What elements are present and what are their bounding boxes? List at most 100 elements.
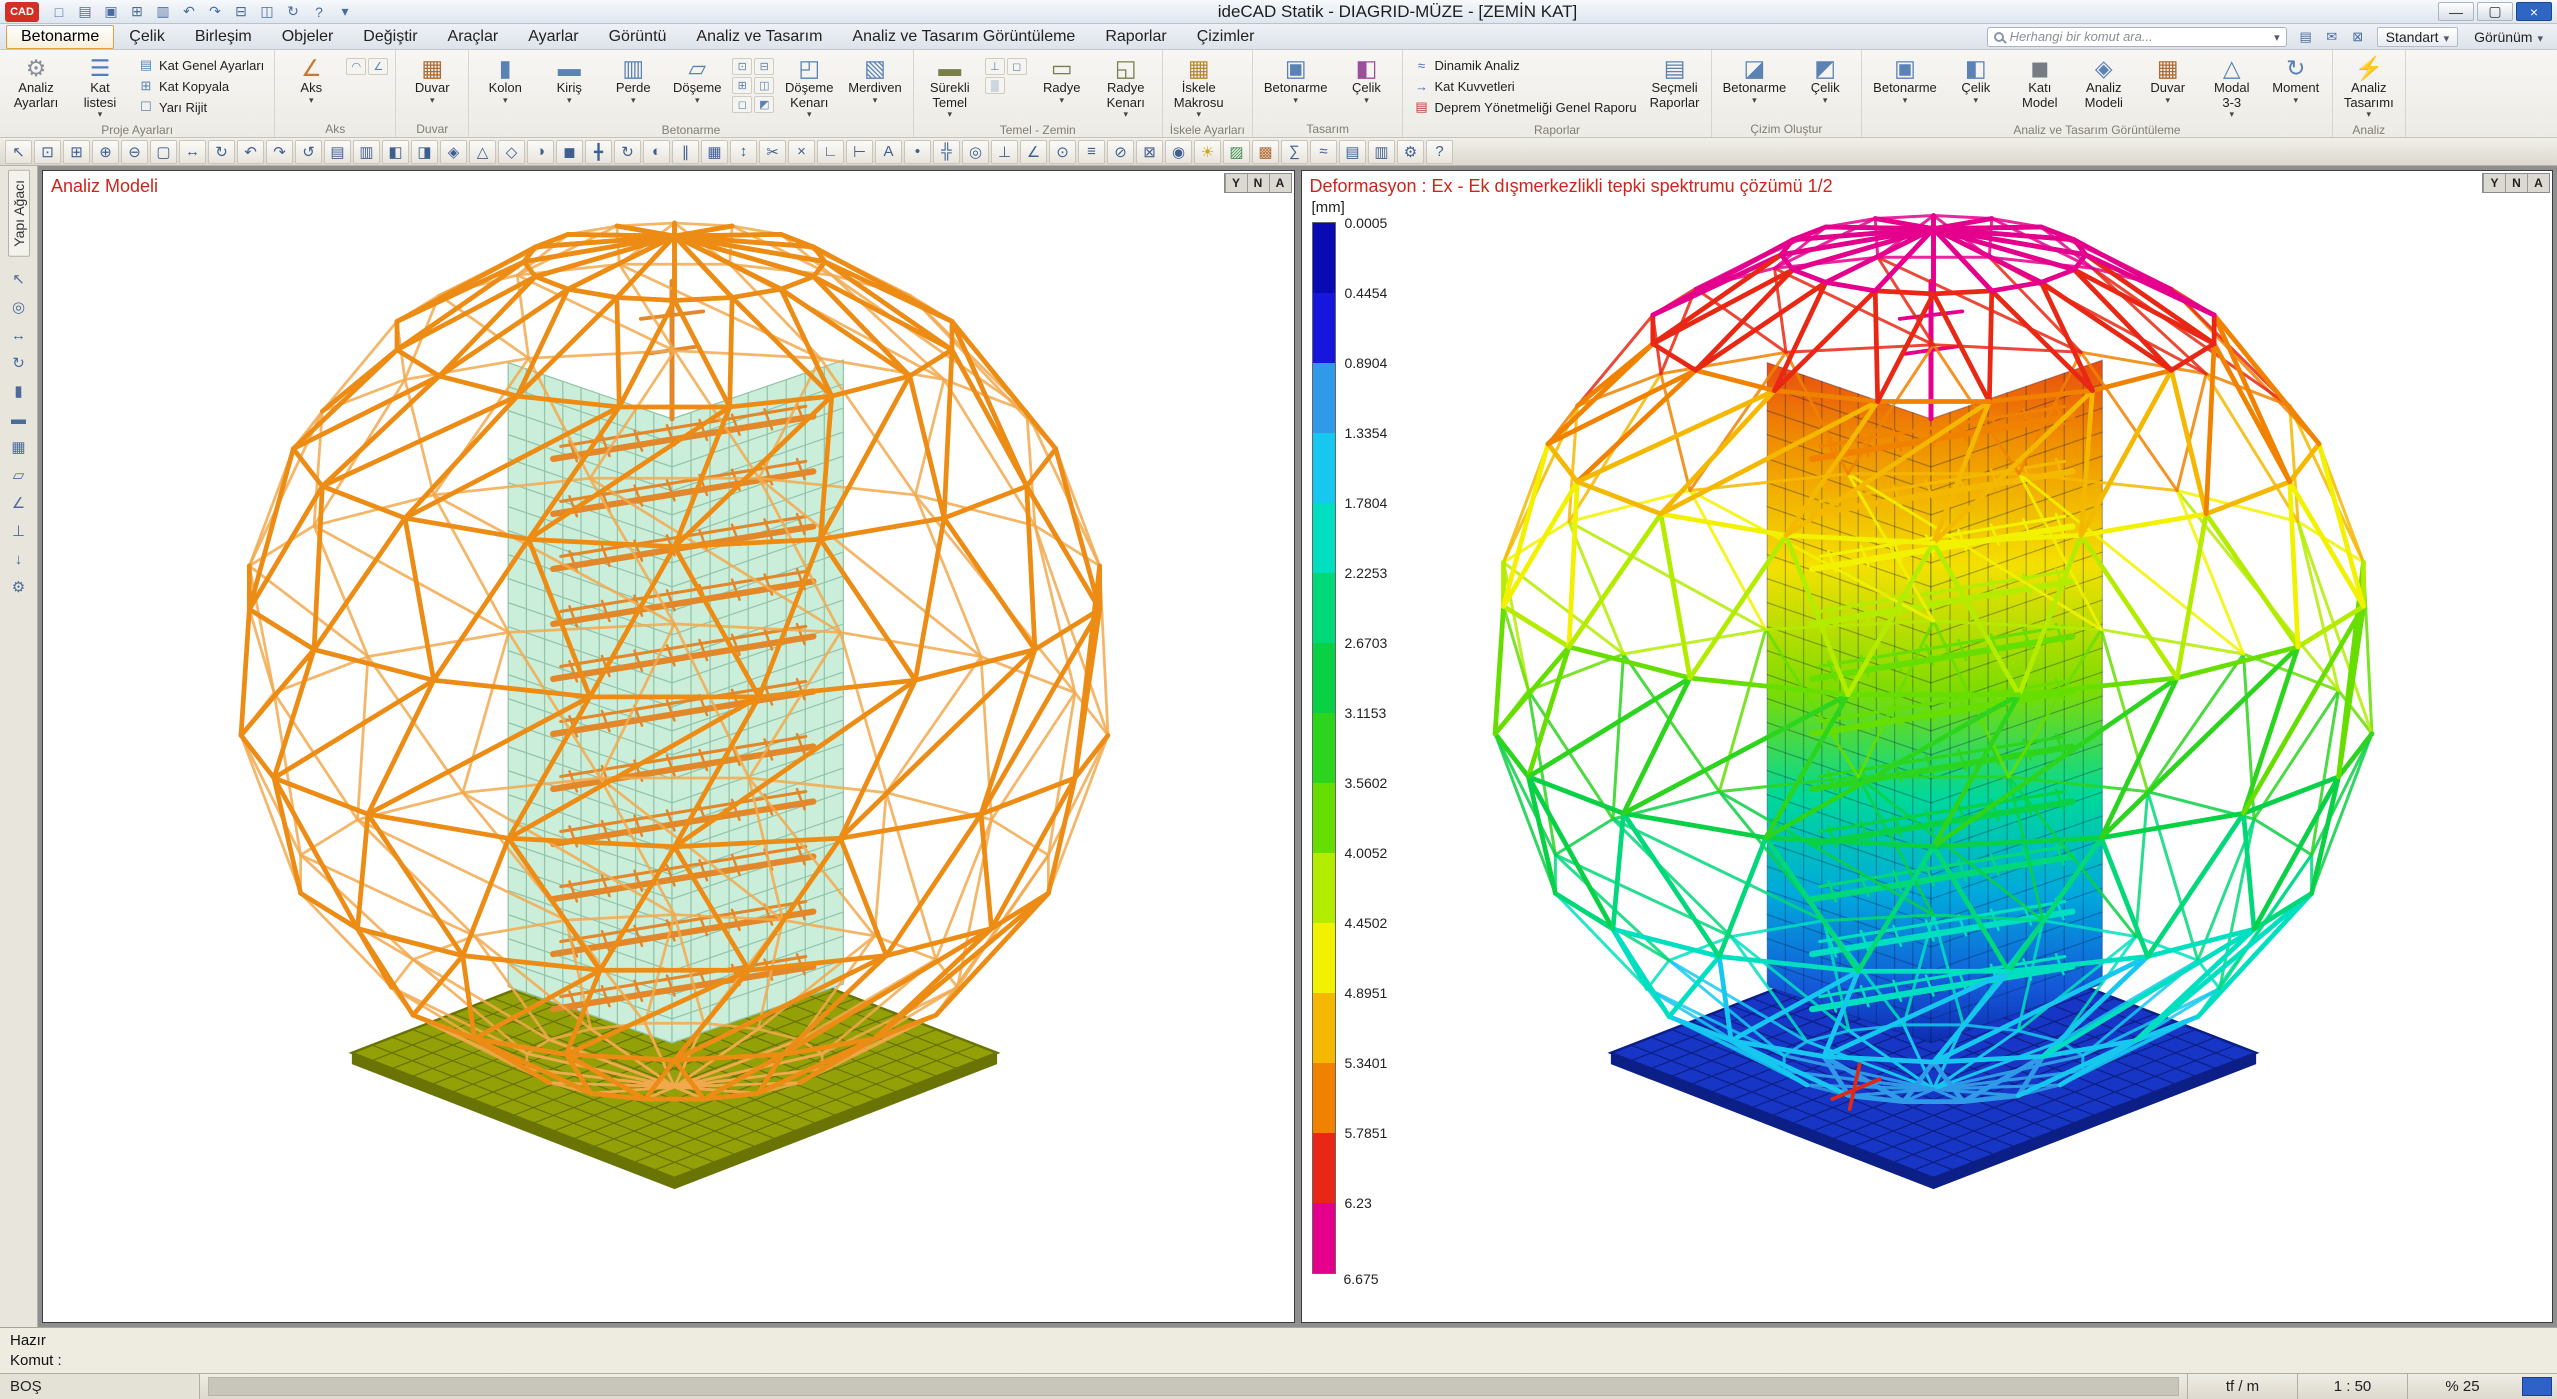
iskele-makrosu-button[interactable]: ▦ İskele Makrosu ▾ (1168, 52, 1230, 122)
cizim-betonarme-button[interactable]: ◪ Betonarme ▾ (1717, 52, 1793, 121)
surekli-temel-button[interactable]: ▬ Sürekli Temel ▾ (919, 52, 981, 122)
kat-genel-ayarlari-button[interactable]: ▤ Kat Genel Ayarları (133, 55, 269, 75)
menu-tab[interactable]: Çizimler (1182, 25, 1270, 49)
wall-icon[interactable]: ▦ (5, 435, 33, 460)
deformation-canvas[interactable] (1302, 171, 2553, 1322)
kiris-button[interactable]: ▬ Kiriş ▾ (538, 52, 600, 122)
move-icon[interactable]: ╋ (585, 140, 612, 164)
kolon-button[interactable]: ▮ Kolon ▾ (474, 52, 536, 122)
menu-tab[interactable]: Ayarlar (513, 25, 593, 49)
calculator-icon[interactable]: ≈ (1310, 140, 1337, 164)
zoom-extents-icon[interactable]: ▢ (150, 140, 177, 164)
menu-tab[interactable]: Objeler (267, 25, 349, 49)
duvar-button[interactable]: ▦ Duvar ▾ (401, 52, 463, 121)
orbit-icon[interactable]: ↻ (5, 351, 33, 376)
selection-window-icon[interactable]: ⊡ (34, 140, 61, 164)
folder-icon[interactable]: ▤ (2295, 27, 2317, 47)
select-icon[interactable]: ↖ (5, 267, 33, 292)
save-icon[interactable]: ▣ (99, 2, 123, 22)
maximize-button[interactable]: ▢ (2477, 2, 2513, 21)
slab-opening-icon[interactable]: ⊡ (732, 58, 752, 75)
yapi-agaci-tab[interactable]: Yapı Ağacı (8, 170, 30, 257)
layers-icon[interactable]: ≡ (1078, 140, 1105, 164)
camera-icon[interactable]: ◉ (1165, 140, 1192, 164)
copy-icon[interactable]: ⊟ (229, 2, 253, 22)
pan-icon[interactable]: ↔ (179, 140, 206, 164)
zoom-window-icon[interactable]: ⊞ (63, 140, 90, 164)
doseme-kenari-button[interactable]: ◰ Döşeme Kenarı ▾ (778, 52, 840, 122)
text-icon[interactable]: A (875, 140, 902, 164)
goruntule-duvar-button[interactable]: ▦ Duvar ▾ (2137, 52, 2199, 122)
zoom-out-icon[interactable]: ⊖ (121, 140, 148, 164)
settings-icon[interactable]: ⚙ (5, 575, 33, 600)
object-snap-icon[interactable]: ⊙ (1049, 140, 1076, 164)
top-view-icon[interactable]: ▤ (324, 140, 351, 164)
goruntule-betonarme-button[interactable]: ▣ Betonarme ▾ (1867, 52, 1943, 122)
undo-icon[interactable]: ↶ (177, 2, 201, 22)
menu-tab[interactable]: Betonarme (6, 25, 114, 49)
standart-dropdown[interactable]: Standart (2377, 27, 2458, 47)
slab-divide-icon[interactable]: ⊞ (732, 77, 752, 94)
shaded-mode-icon[interactable]: ◼ (556, 140, 583, 164)
kat-kopyala-button[interactable]: ⊞ Kat Kopyala (133, 76, 269, 96)
trim-icon[interactable]: ✂ (759, 140, 786, 164)
slab-edit-icon[interactable]: ◩ (754, 96, 774, 113)
arc-axis-icon[interactable]: ◠ (346, 58, 366, 75)
menu-tab[interactable]: Analiz ve Tasarım (681, 25, 837, 49)
modal-button[interactable]: △ Modal 3-3 ▾ (2201, 52, 2263, 122)
materials-icon[interactable]: ▨ (1223, 140, 1250, 164)
viewport-n-button[interactable]: N (2505, 174, 2527, 192)
kat-kuvvetleri-button[interactable]: → Kat Kuvvetleri (1408, 76, 1641, 96)
sun-icon[interactable]: ☀ (1194, 140, 1221, 164)
viewport-a-button[interactable]: A (2527, 174, 2549, 192)
scale-indicator[interactable]: 1 : 50 (2297, 1374, 2407, 1399)
redraw-icon[interactable]: ↺ (295, 140, 322, 164)
viewport-a-button[interactable]: A (1269, 174, 1291, 192)
analiz-modeli-button[interactable]: ◈ Analiz Modeli (2073, 52, 2135, 122)
settings-icon[interactable]: ⚙ (1397, 140, 1424, 164)
refresh-icon[interactable]: ↻ (281, 2, 305, 22)
angle-axis-icon[interactable]: ∠ (368, 58, 388, 75)
pile-icon[interactable]: ⊥ (985, 58, 1005, 75)
slab-strip-icon[interactable]: ⊟ (754, 58, 774, 75)
report-icon[interactable]: ▤ (1339, 140, 1366, 164)
menu-tab[interactable]: Görüntü (594, 25, 682, 49)
merdiven-button[interactable]: ▧ Merdiven ▾ (842, 52, 907, 122)
measure-icon[interactable]: ∟ (817, 140, 844, 164)
delete-icon[interactable]: × (788, 140, 815, 164)
section-icon[interactable]: ⊘ (1107, 140, 1134, 164)
open-file-icon[interactable]: ▤ (73, 2, 97, 22)
menu-tab[interactable]: Birleşim (180, 25, 267, 49)
doseme-button[interactable]: ▱ Döşeme ▾ (666, 52, 728, 122)
front-view-icon[interactable]: ▥ (353, 140, 380, 164)
moment-button[interactable]: ↻ Moment ▾ (2265, 52, 2327, 122)
print-icon[interactable]: ▥ (151, 2, 175, 22)
aks-button[interactable]: ∠ Aks ▾ (280, 52, 342, 121)
deprem-raporu-button[interactable]: ▤ Deprem Yönetmeliği Genel Raporu (1408, 97, 1641, 117)
left-view-icon[interactable]: ◧ (382, 140, 409, 164)
grid-icon[interactable]: ╬ (933, 140, 960, 164)
save-all-icon[interactable]: ⊞ (125, 2, 149, 22)
analiz-ayarlari-button[interactable]: ⚙ Analiz Ayarları (5, 52, 67, 122)
menu-tab[interactable]: Araçlar (433, 25, 514, 49)
goruntule-celik-button[interactable]: ◧ Çelik ▾ (1945, 52, 2007, 122)
node-icon[interactable]: • (904, 140, 931, 164)
snap-icon[interactable]: ◎ (962, 140, 989, 164)
menu-tab[interactable]: Analiz ve Tasarım Görüntüleme (837, 25, 1090, 49)
slab-merge-icon[interactable]: ◫ (754, 77, 774, 94)
tasarim-betonarme-button[interactable]: ▣ Betonarme ▾ (1258, 52, 1334, 121)
analysis-model-canvas[interactable] (43, 171, 1294, 1322)
perspective-view-icon[interactable]: △ (469, 140, 496, 164)
menu-tab[interactable]: Raporlar (1090, 25, 1181, 49)
right-view-icon[interactable]: ◨ (411, 140, 438, 164)
wireframe-mode-icon[interactable]: ◇ (498, 140, 525, 164)
beam-icon[interactable]: ▬ (5, 407, 33, 432)
render-icon[interactable]: ▩ (1252, 140, 1279, 164)
layout-icon[interactable]: ⊠ (2347, 27, 2369, 47)
array-icon[interactable]: ▦ (701, 140, 728, 164)
close-button[interactable]: × (2516, 2, 2552, 21)
print-view-icon[interactable]: ▥ (1368, 140, 1395, 164)
quick-access-caret-icon[interactable]: ▾ (333, 2, 357, 22)
help-icon[interactable]: ? (1426, 140, 1453, 164)
radye-button[interactable]: ▭ Radye ▾ (1031, 52, 1093, 122)
